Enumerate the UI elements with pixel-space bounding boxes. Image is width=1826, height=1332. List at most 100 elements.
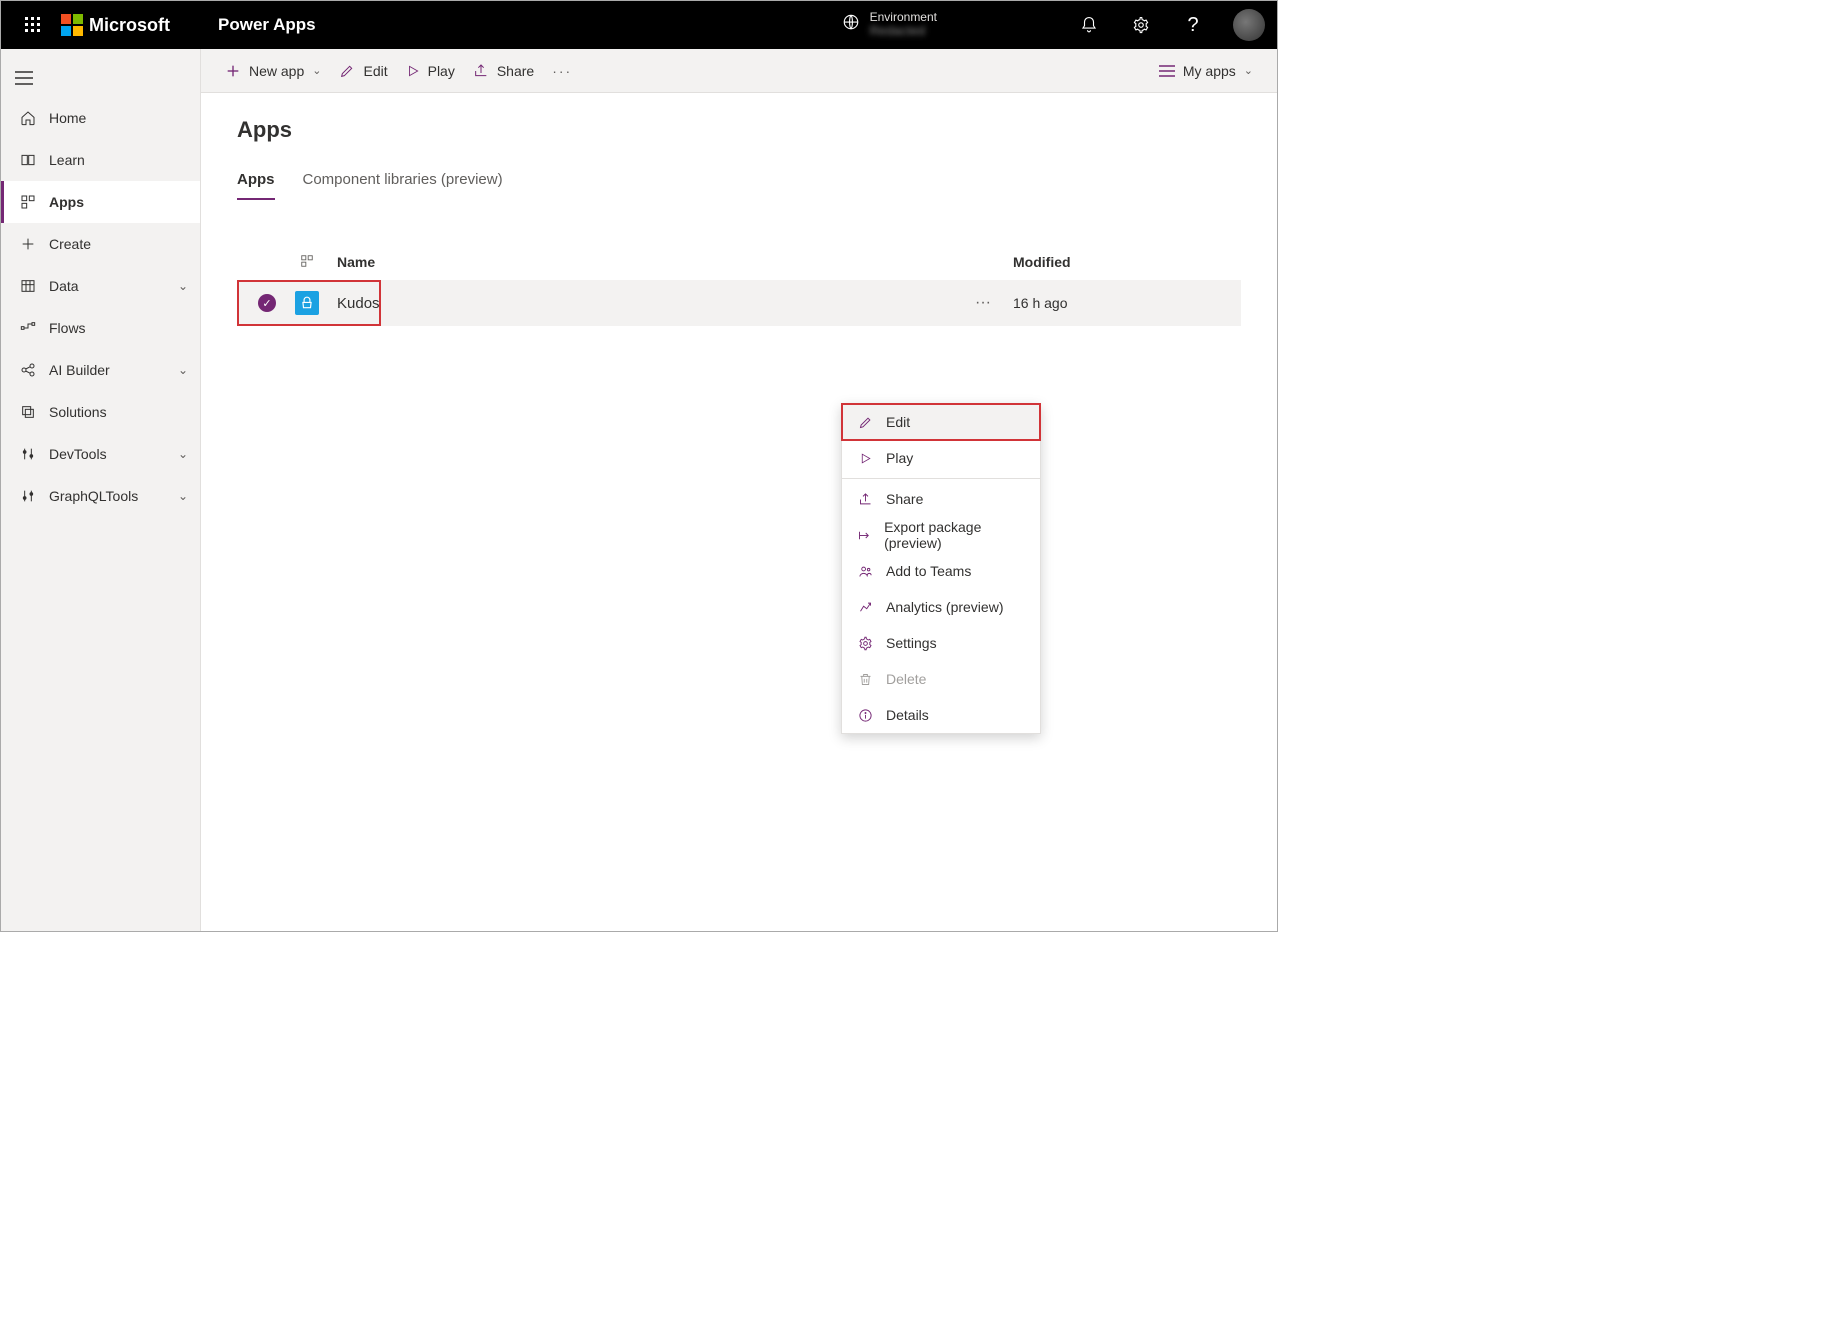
menu-item-details[interactable]: Details — [842, 697, 1040, 733]
menu-item-delete: Delete — [842, 661, 1040, 697]
sidebar-item-devtools[interactable]: DevTools ⌄ — [1, 433, 200, 475]
share-button[interactable]: Share — [473, 63, 534, 79]
menu-item-play[interactable]: Play — [842, 440, 1040, 476]
notifications-button[interactable] — [1077, 16, 1101, 34]
sidebar-item-create[interactable]: Create — [1, 223, 200, 265]
column-name[interactable]: Name — [325, 254, 953, 270]
pencil-icon — [339, 63, 355, 79]
export-icon — [856, 528, 872, 543]
sidebar-item-flows[interactable]: Flows — [1, 307, 200, 349]
table-icon — [19, 278, 37, 294]
cmd-label: Edit — [363, 63, 387, 79]
tab-apps[interactable]: Apps — [237, 171, 275, 200]
environment-picker[interactable]: Environment Redacted — [842, 11, 937, 38]
row-more-button[interactable]: ··· — [953, 294, 1013, 312]
play-button[interactable]: Play — [406, 63, 455, 79]
graphql-icon — [19, 488, 37, 504]
more-commands-button[interactable]: ··· — [552, 63, 572, 79]
table-header: Name Modified — [237, 244, 1241, 280]
menu-item-edit[interactable]: Edit — [842, 404, 1040, 440]
content-tabs: Apps Component libraries (preview) — [237, 171, 1241, 200]
play-icon — [406, 64, 420, 78]
menu-label: Edit — [886, 414, 910, 430]
home-icon — [19, 110, 37, 126]
trash-icon — [856, 672, 874, 687]
sidebar-item-data[interactable]: Data ⌄ — [1, 265, 200, 307]
cmd-label: New app — [249, 63, 304, 79]
sidebar-item-label: Flows — [49, 320, 86, 336]
settings-button[interactable] — [1129, 16, 1153, 34]
view-selector[interactable]: My apps ⌄ — [1159, 63, 1253, 79]
sidebar-item-aibuilder[interactable]: AI Builder ⌄ — [1, 349, 200, 391]
help-button[interactable]: ? — [1181, 14, 1205, 37]
sidebar-item-home[interactable]: Home — [1, 97, 200, 139]
view-selector-label: My apps — [1183, 63, 1236, 79]
tab-component-libraries[interactable]: Component libraries (preview) — [303, 171, 503, 200]
microsoft-brand-text: Microsoft — [89, 15, 170, 36]
sidebar-item-label: Learn — [49, 152, 85, 168]
flow-icon — [19, 320, 37, 336]
sidebar-item-label: GraphQLTools — [49, 488, 138, 504]
teams-icon — [856, 564, 874, 579]
sidebar-item-graphqltools[interactable]: GraphQLTools ⌄ — [1, 475, 200, 517]
analytics-icon — [856, 600, 874, 615]
left-nav: Home Learn Apps Create Data ⌄ Flows AI B… — [1, 49, 201, 931]
command-bar: New app ⌄ Edit Play Share ··· My — [201, 49, 1277, 93]
pencil-icon — [856, 415, 874, 430]
chevron-down-icon: ⌄ — [178, 363, 188, 377]
page-title: Apps — [237, 117, 1241, 143]
info-icon — [856, 708, 874, 723]
menu-label: Delete — [886, 671, 926, 687]
chevron-down-icon: ⌄ — [178, 447, 188, 461]
cmd-label: Share — [497, 63, 534, 79]
cmd-label: Play — [428, 63, 455, 79]
plus-icon — [225, 63, 241, 79]
apps-icon — [19, 194, 37, 210]
user-avatar[interactable] — [1233, 9, 1265, 41]
microsoft-logo: Microsoft — [61, 14, 170, 36]
menu-label: Details — [886, 707, 929, 723]
sidebar-item-label: Apps — [49, 194, 84, 210]
chevron-down-icon: ⌄ — [178, 279, 188, 293]
table-row[interactable]: ✓ Kudos ··· 16 h ago — [237, 280, 1241, 326]
app-launcher-button[interactable] — [9, 17, 57, 33]
column-modified[interactable]: Modified — [1013, 254, 1233, 270]
menu-item-analytics[interactable]: Analytics (preview) — [842, 589, 1040, 625]
sidebar-item-label: DevTools — [49, 446, 107, 462]
chevron-down-icon: ⌄ — [312, 64, 321, 77]
share-icon — [856, 492, 874, 507]
collapse-nav-button[interactable] — [1, 59, 200, 97]
globe-icon — [842, 13, 860, 36]
menu-item-add-to-teams[interactable]: Add to Teams — [842, 553, 1040, 589]
sidebar-item-learn[interactable]: Learn — [1, 139, 200, 181]
app-name[interactable]: Kudos — [325, 295, 953, 312]
chevron-down-icon: ⌄ — [178, 489, 188, 503]
sidebar-item-label: Home — [49, 110, 86, 126]
ai-icon — [19, 362, 37, 378]
edit-button[interactable]: Edit — [339, 63, 387, 79]
sidebar-item-solutions[interactable]: Solutions — [1, 391, 200, 433]
devtools-icon — [19, 446, 37, 462]
global-header: Microsoft Power Apps Environment Redacte… — [1, 1, 1277, 49]
menu-label: Play — [886, 450, 913, 466]
sidebar-item-label: AI Builder — [49, 362, 110, 378]
menu-label: Add to Teams — [886, 563, 971, 579]
menu-item-share[interactable]: Share — [842, 481, 1040, 517]
row-selected-icon[interactable]: ✓ — [258, 294, 276, 312]
menu-item-export[interactable]: Export package (preview) — [842, 517, 1040, 553]
new-app-button[interactable]: New app ⌄ — [225, 63, 321, 79]
chevron-down-icon: ⌄ — [1244, 64, 1253, 77]
product-name: Power Apps — [218, 15, 316, 35]
environment-value: Redacted — [870, 24, 937, 38]
solution-icon — [19, 404, 37, 420]
menu-label: Analytics (preview) — [886, 599, 1003, 615]
sidebar-item-apps[interactable]: Apps — [1, 181, 200, 223]
menu-label: Settings — [886, 635, 937, 651]
sidebar-item-label: Solutions — [49, 404, 107, 420]
main-content: New app ⌄ Edit Play Share ··· My — [201, 49, 1277, 931]
more-icon: ··· — [552, 63, 572, 79]
sidebar-item-label: Create — [49, 236, 91, 252]
menu-item-settings[interactable]: Settings — [842, 625, 1040, 661]
menu-label: Export package (preview) — [884, 519, 1026, 551]
app-tile-icon — [295, 291, 319, 315]
